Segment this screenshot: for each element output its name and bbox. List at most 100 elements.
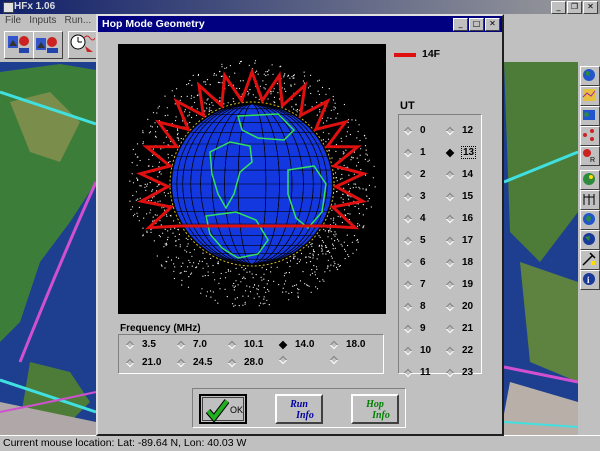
- radio-diamond-icon: [445, 280, 455, 289]
- ut-radio-12[interactable]: 12: [445, 125, 474, 136]
- svg-text:R: R: [590, 157, 595, 163]
- world-button[interactable]: [580, 210, 600, 230]
- map-area-button[interactable]: [4, 31, 34, 59]
- hop-info-button[interactable]: Hop Info: [351, 394, 399, 424]
- path-map-icon: [36, 37, 58, 53]
- frequency-radio-label: 7.0: [193, 339, 207, 350]
- ut-radio-13[interactable]: 13: [445, 146, 477, 159]
- globe-view-button[interactable]: [580, 66, 600, 86]
- ut-radio-21[interactable]: 21: [445, 323, 474, 334]
- ok-button[interactable]: OK: [199, 394, 247, 424]
- ut-radio-label: 21: [462, 323, 474, 334]
- tools-button[interactable]: [580, 250, 600, 270]
- frequency-radio-21.0[interactable]: 21.0: [125, 357, 161, 368]
- menu-inputs[interactable]: Inputs: [29, 14, 56, 28]
- ut-radio-label: 12: [462, 125, 474, 136]
- run-info-line1: Run: [290, 399, 308, 410]
- legend-label: 14F: [422, 48, 441, 60]
- map-view-button[interactable]: [580, 106, 600, 126]
- ut-radio-1[interactable]: 1: [403, 147, 426, 158]
- hop-info-line2: Info: [372, 410, 390, 421]
- world-icon: [583, 213, 595, 225]
- close-icon[interactable]: ✕: [583, 1, 598, 14]
- ut-radio-label: 7: [420, 279, 426, 290]
- frequency-radio-28.0[interactable]: 28.0: [227, 357, 263, 368]
- ut-radio-23[interactable]: 23: [445, 367, 474, 378]
- restore-icon[interactable]: ❐: [567, 1, 582, 14]
- sun-globe-icon: [583, 173, 595, 185]
- clock-icon: [70, 34, 96, 52]
- ut-radio-11[interactable]: 11: [403, 367, 431, 378]
- ut-radio-0[interactable]: 0: [403, 125, 426, 136]
- ut-radio-label: 2: [420, 169, 426, 180]
- ut-radio-15[interactable]: 15: [445, 191, 474, 202]
- ut-radio-7[interactable]: 7: [403, 279, 426, 290]
- ut-radio-label: 17: [462, 235, 474, 246]
- dialog-close-icon[interactable]: ✕: [485, 18, 500, 31]
- ut-radio-8[interactable]: 8: [403, 301, 426, 312]
- network-button[interactable]: [580, 126, 600, 146]
- radio-diamond-icon: [125, 340, 135, 349]
- frequency-radio-3.5[interactable]: 3.5: [125, 339, 156, 350]
- menu-file[interactable]: File: [5, 14, 21, 28]
- ut-radio-5[interactable]: 5: [403, 235, 426, 246]
- ut-radio-label: 13: [460, 146, 477, 159]
- radio-diamond-icon: [445, 170, 455, 179]
- frequency-radio-blank-8[interactable]: [278, 355, 295, 365]
- frequency-radio-18.0[interactable]: 18.0: [329, 339, 365, 350]
- sun-button[interactable]: [580, 170, 600, 190]
- ut-radio-17[interactable]: 17: [445, 235, 474, 246]
- dialog-minimize-icon[interactable]: _: [453, 18, 468, 31]
- earth-button[interactable]: [580, 230, 600, 250]
- ut-radio-20[interactable]: 20: [445, 301, 473, 312]
- frequency-radio-7.0[interactable]: 7.0: [176, 339, 207, 350]
- ut-radio-4[interactable]: 4: [403, 213, 426, 224]
- ut-radio-22[interactable]: 22: [445, 345, 473, 356]
- radio-diamond-icon: [403, 258, 413, 267]
- antenna-button[interactable]: [580, 190, 600, 210]
- run-info-button[interactable]: Run Info: [275, 394, 323, 424]
- ut-radio-2[interactable]: 2: [403, 169, 426, 180]
- ut-radio-label: 16: [462, 213, 474, 224]
- frequency-radio-label: 3.5: [142, 339, 156, 350]
- radio-diamond-icon: [278, 340, 288, 349]
- ut-radio-label: 23: [462, 367, 474, 378]
- area-map-icon: [8, 36, 29, 53]
- frequency-radio-blank-9[interactable]: [329, 355, 346, 365]
- frequency-radio-24.5[interactable]: 24.5: [176, 357, 213, 368]
- radio-diamond-icon: [227, 358, 237, 367]
- map-path-button[interactable]: [33, 31, 63, 59]
- radio-diamond-icon: [445, 368, 455, 377]
- ut-radio-18[interactable]: 18: [445, 257, 473, 268]
- minimize-icon[interactable]: _: [551, 1, 566, 14]
- receiver-button[interactable]: R: [580, 146, 600, 166]
- clock-button[interactable]: [68, 31, 98, 59]
- chart-view-button[interactable]: [580, 86, 600, 106]
- ut-radio-10[interactable]: 10: [403, 345, 431, 356]
- ut-radio-label: 5: [420, 235, 426, 246]
- dialog-button-area: OK Run Info Hop Info: [192, 388, 406, 428]
- frequency-radio-label: 24.5: [193, 357, 213, 368]
- ut-radio-6[interactable]: 6: [403, 257, 426, 268]
- frequency-radio-10.1[interactable]: 10.1: [227, 339, 264, 350]
- radio-diamond-icon: [403, 126, 413, 135]
- ut-radio-label: 15: [462, 191, 474, 202]
- app-titlebar[interactable]: HFx 1.06 _ ❐ ✕: [0, 0, 600, 14]
- ut-radio-14[interactable]: 14: [445, 169, 473, 180]
- frequency-radio-14.0[interactable]: 14.0: [278, 339, 314, 350]
- earth-icon: [583, 233, 595, 245]
- menu-run[interactable]: Run...: [65, 14, 92, 28]
- legend-swatch: [394, 53, 416, 57]
- ut-radio-19[interactable]: 19: [445, 279, 473, 290]
- ut-radio-9[interactable]: 9: [403, 323, 426, 334]
- info-button[interactable]: i: [580, 270, 600, 290]
- ut-radio-3[interactable]: 3: [403, 191, 426, 202]
- dialog-maximize-icon[interactable]: □: [469, 18, 484, 31]
- radio-diamond-icon: [278, 355, 288, 365]
- ut-radio-16[interactable]: 16: [445, 213, 474, 224]
- radio-diamond-icon: [329, 340, 339, 349]
- checkmark-icon: [205, 399, 229, 422]
- radio-diamond-icon: [445, 346, 455, 355]
- frequency-radio-label: 10.1: [244, 339, 264, 350]
- dialog-titlebar[interactable]: Hop Mode Geometry _ □ ✕: [98, 16, 502, 32]
